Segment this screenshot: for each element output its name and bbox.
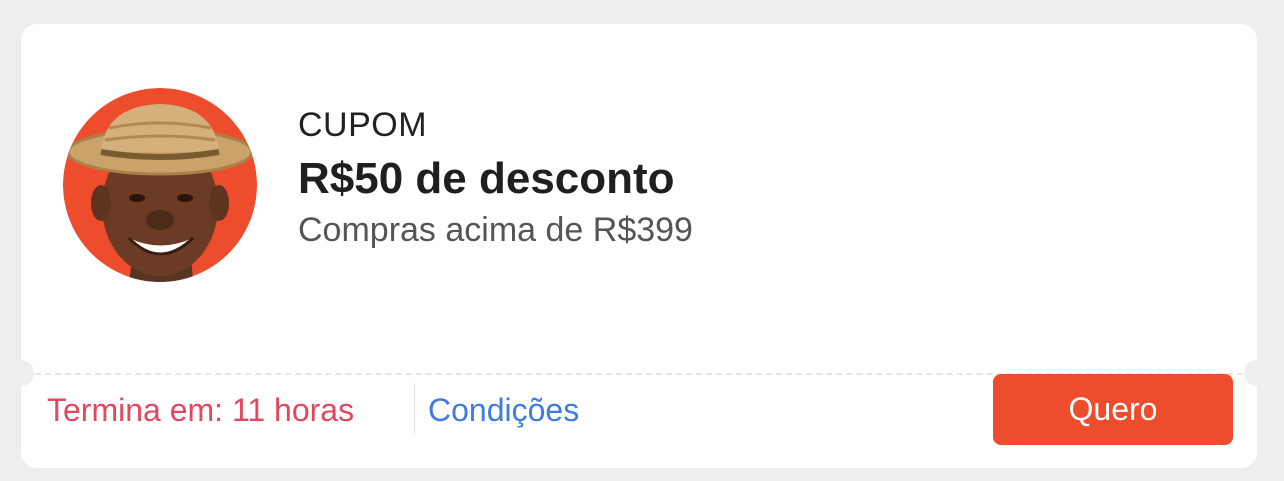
footer-separator: [414, 383, 415, 435]
conditions-link[interactable]: Condições: [428, 390, 579, 430]
coupon-info: CUPOM R$50 de desconto Compras acima de …: [298, 104, 693, 252]
expiry-text: Termina em: 11 horas: [47, 392, 355, 428]
coupon-type-label: CUPOM: [298, 106, 428, 144]
person-with-straw-hat-icon: [63, 88, 257, 282]
coupon-subtitle: Compras acima de R$399: [298, 211, 693, 249]
coupon-card: CUPOM R$50 de desconto Compras acima de …: [21, 24, 1257, 468]
claim-coupon-button[interactable]: Quero: [993, 374, 1233, 445]
coupon-title: R$50 de desconto: [298, 154, 675, 203]
ticket-notch-right: [1244, 360, 1257, 386]
coupon-avatar: [63, 88, 257, 282]
ticket-notch-left: [21, 360, 34, 386]
